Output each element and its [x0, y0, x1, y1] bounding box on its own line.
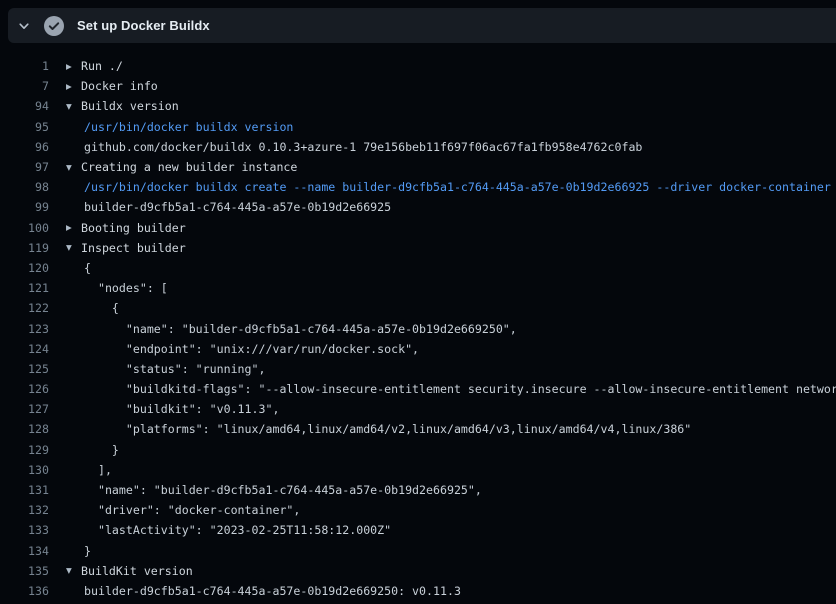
line-number[interactable]: 94 [0, 99, 49, 113]
log-text: ], [84, 463, 112, 477]
step-title: Set up Docker Buildx [77, 18, 210, 33]
line-number[interactable]: 125 [0, 362, 49, 376]
line-number[interactable]: 120 [0, 261, 49, 275]
log-row: 98/usr/bin/docker buildx create --name b… [0, 177, 836, 197]
log-row: 134} [0, 541, 836, 561]
log-output: 1▶Run ./7▶Docker info94▼Buildx version95… [0, 56, 836, 604]
line-number[interactable]: 119 [0, 241, 49, 255]
line-number[interactable]: 136 [0, 584, 49, 598]
log-row: 130 ], [0, 460, 836, 480]
log-text: "endpoint": "unix:///var/run/docker.sock… [84, 342, 419, 356]
log-group-row[interactable]: 97 ▼Creating a new builder instance [0, 157, 836, 177]
line-number[interactable]: 131 [0, 483, 49, 497]
group-title: Booting builder [81, 221, 186, 235]
log-row: 124 "endpoint": "unix:///var/run/docker.… [0, 339, 836, 359]
log-text: "name": "builder-d9cfb5a1-c764-445a-a57e… [84, 483, 482, 497]
line-number[interactable]: 128 [0, 422, 49, 436]
log-text: "platforms": "linux/amd64,linux/amd64/v2… [84, 422, 691, 436]
log-text: { [84, 261, 91, 275]
log-text: { [84, 301, 119, 315]
log-group-row[interactable]: 119 ▼Inspect builder [0, 238, 836, 258]
status-check-icon [44, 16, 64, 36]
line-number[interactable]: 129 [0, 443, 49, 457]
log-text: builder-d9cfb5a1-c764-445a-a57e-0b19d2e6… [84, 200, 391, 214]
log-row: 131 "name": "builder-d9cfb5a1-c764-445a-… [0, 480, 836, 500]
log-text: "buildkitd-flags": "--allow-insecure-ent… [84, 382, 836, 396]
log-text: } [84, 544, 91, 558]
log-text: github.com/docker/buildx 0.10.3+azure-1 … [84, 140, 642, 154]
line-number[interactable]: 122 [0, 301, 49, 315]
log-row: 127 "buildkit": "v0.11.3", [0, 399, 836, 419]
group-chevron-expanded-icon[interactable]: ▼ [66, 243, 81, 252]
line-number[interactable]: 121 [0, 281, 49, 295]
log-row: 136 builder-d9cfb5a1-c764-445a-a57e-0b19d… [0, 581, 836, 601]
line-number[interactable]: 135 [0, 564, 49, 578]
log-text: "nodes": [ [84, 281, 168, 295]
log-group-row[interactable]: 100 ▶Booting builder [0, 218, 836, 238]
line-number[interactable]: 133 [0, 523, 49, 537]
log-text: } [84, 443, 119, 457]
line-number[interactable]: 134 [0, 544, 49, 558]
log-text: "status": "running", [84, 362, 265, 376]
group-title: BuildKit version [81, 564, 193, 578]
group-title: Inspect builder [81, 241, 186, 255]
group-chevron-collapsed-icon[interactable]: ▶ [66, 82, 81, 91]
step-header[interactable]: Set up Docker Buildx [8, 8, 836, 43]
group-title: Run ./ [81, 59, 123, 73]
log-row: 132 "driver": "docker-container", [0, 500, 836, 520]
log-text: "driver": "docker-container", [84, 503, 300, 517]
line-number[interactable]: 98 [0, 180, 49, 194]
log-row: 123 "name": "builder-d9cfb5a1-c764-445a-… [0, 318, 836, 338]
line-number[interactable]: 99 [0, 200, 49, 214]
line-number[interactable]: 127 [0, 402, 49, 416]
chevron-down-icon[interactable] [18, 20, 30, 32]
line-number[interactable]: 96 [0, 140, 49, 154]
line-number[interactable]: 97 [0, 160, 49, 174]
group-chevron-collapsed-icon[interactable]: ▶ [66, 62, 81, 71]
log-row: 120 { [0, 258, 836, 278]
log-command-text: /usr/bin/docker buildx create --name bui… [84, 180, 831, 194]
log-group-row[interactable]: 135 ▼BuildKit version [0, 561, 836, 581]
line-number[interactable]: 126 [0, 382, 49, 396]
log-command-text: /usr/bin/docker buildx version [84, 120, 293, 134]
group-title: Buildx version [81, 99, 179, 113]
group-chevron-expanded-icon[interactable]: ▼ [66, 566, 81, 575]
log-row: 125 "status": "running", [0, 359, 836, 379]
line-number[interactable]: 132 [0, 503, 49, 517]
log-row: 121 "nodes": [ [0, 278, 836, 298]
log-group-row[interactable]: 94 ▼Buildx version [0, 96, 836, 116]
log-group-row[interactable]: 1 ▶Run ./ [0, 56, 836, 76]
log-row: 95/usr/bin/docker buildx version [0, 117, 836, 137]
log-text: "lastActivity": "2023-02-25T11:58:12.000… [84, 523, 391, 537]
line-number[interactable]: 100 [0, 221, 49, 235]
group-chevron-collapsed-icon[interactable]: ▶ [66, 223, 81, 232]
group-chevron-expanded-icon[interactable]: ▼ [66, 163, 81, 172]
log-group-row[interactable]: 7 ▶Docker info [0, 76, 836, 96]
log-row: 128 "platforms": "linux/amd64,linux/amd6… [0, 419, 836, 439]
log-text: "buildkit": "v0.11.3", [84, 402, 279, 416]
log-row: 133 "lastActivity": "2023-02-25T11:58:12… [0, 520, 836, 540]
log-row: 96 github.com/docker/buildx 0.10.3+azure-… [0, 137, 836, 157]
group-title: Docker info [81, 79, 158, 93]
log-row: 126 "buildkitd-flags": "--allow-insecure… [0, 379, 836, 399]
log-row: 129 } [0, 440, 836, 460]
line-number[interactable]: 123 [0, 322, 49, 336]
log-text: builder-d9cfb5a1-c764-445a-a57e-0b19d2e6… [84, 584, 461, 598]
line-number[interactable]: 124 [0, 342, 49, 356]
line-number[interactable]: 7 [0, 79, 49, 93]
line-number[interactable]: 1 [0, 59, 49, 73]
line-number[interactable]: 95 [0, 120, 49, 134]
log-row: 122 { [0, 298, 836, 318]
log-row: 99 builder-d9cfb5a1-c764-445a-a57e-0b19d2… [0, 197, 836, 217]
group-title: Creating a new builder instance [81, 160, 297, 174]
log-text: "name": "builder-d9cfb5a1-c764-445a-a57e… [84, 322, 517, 336]
line-number[interactable]: 130 [0, 463, 49, 477]
group-chevron-expanded-icon[interactable]: ▼ [66, 102, 81, 111]
